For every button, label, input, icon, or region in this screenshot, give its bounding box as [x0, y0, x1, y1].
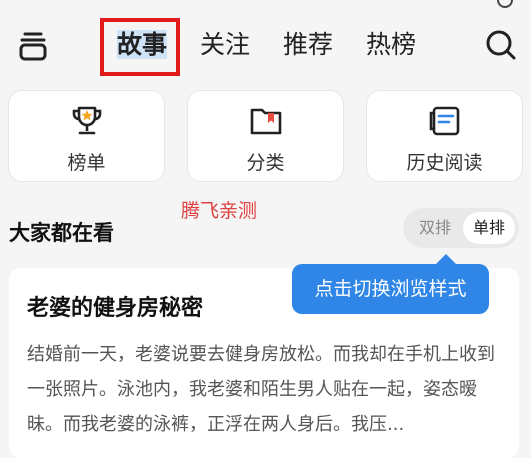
tab-label: 热榜 [366, 30, 417, 59]
story-excerpt: 结婚前一天，老婆说要去健身房放松。而我却在手机上收到一张照片。泳池内，我老婆和陌… [27, 344, 495, 435]
history-book-icon [427, 103, 463, 139]
search-icon[interactable] [484, 28, 518, 62]
history-entry-button[interactable]: 历史阅读 [366, 90, 523, 182]
status-bar-indicator [497, 0, 513, 8]
entry-label: 榜单 [67, 152, 106, 174]
active-tab-highlight [100, 18, 180, 76]
trophy-icon [69, 103, 105, 139]
section-title: 大家都在看 [9, 221, 114, 245]
top-nav-bar: 故事 关注 推荐 热榜 [0, 18, 531, 80]
rankings-entry-button[interactable]: 榜单 [8, 90, 165, 182]
categories-entry-button[interactable]: 分类 [187, 90, 344, 182]
entry-label: 历史阅读 [406, 152, 483, 174]
toggle-option-double[interactable]: 双排 [409, 208, 461, 248]
toggle-option-single[interactable]: 单排 [463, 212, 515, 244]
tooltip-text: 点击切换浏览样式 [314, 278, 467, 300]
tab-recommend[interactable]: 推荐 [283, 30, 333, 60]
folder-bookmark-icon [248, 103, 284, 139]
tab-hot-list[interactable]: 热榜 [366, 30, 416, 60]
stack-menu-icon[interactable] [16, 28, 50, 62]
story-title[interactable]: 老婆的健身房秘密 [27, 290, 203, 322]
tab-label: 关注 [200, 30, 251, 59]
tab-label: 推荐 [283, 30, 334, 59]
entry-label: 分类 [246, 152, 285, 174]
tab-follow[interactable]: 关注 [200, 30, 250, 60]
tooltip-bubble: 点击切换浏览样式 [292, 254, 489, 314]
watermark-text: 腾飞亲测 [181, 200, 258, 222]
layout-toggle[interactable]: 双排 单排 [403, 208, 519, 248]
status-bar [0, 0, 531, 12]
tooltip-arrow [436, 254, 456, 264]
